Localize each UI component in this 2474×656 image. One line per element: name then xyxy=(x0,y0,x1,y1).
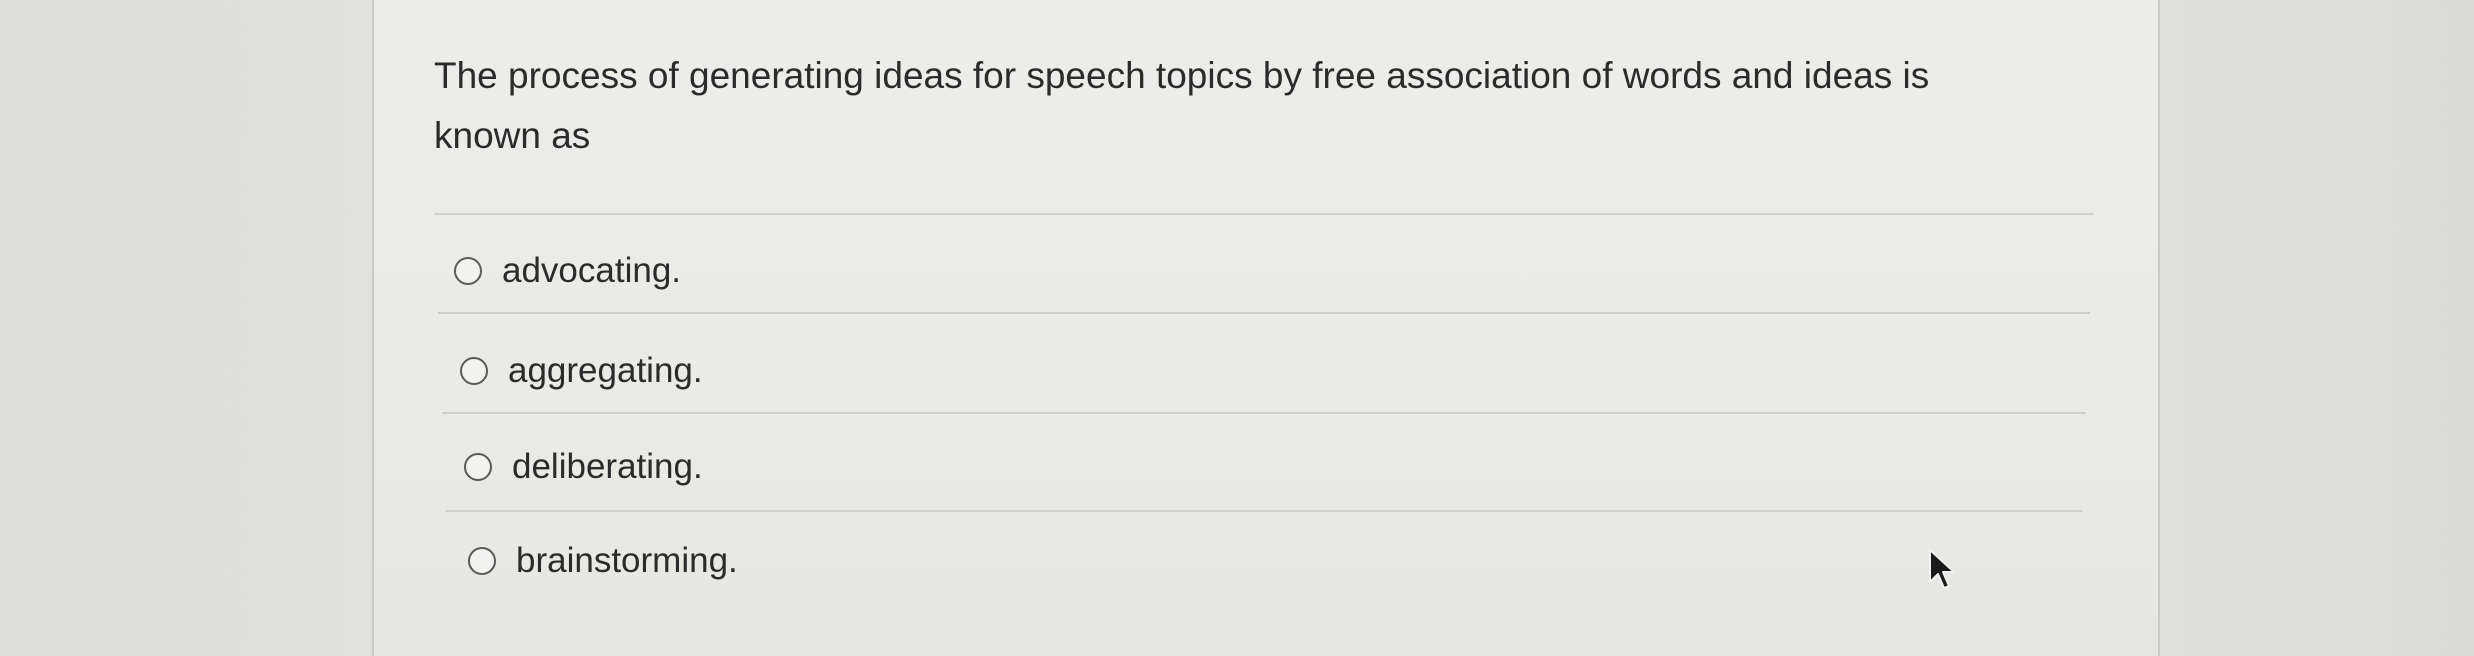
answer-label: advocating. xyxy=(502,251,682,290)
quiz-question-panel: The process of generating ideas for spee… xyxy=(372,0,2160,656)
answer-label: aggregating. xyxy=(508,351,703,390)
answer-option-aggregating[interactable]: aggregating. xyxy=(460,346,703,396)
answer-option-deliberating[interactable]: deliberating. xyxy=(464,442,703,492)
radio-button-icon[interactable] xyxy=(468,547,496,575)
mouse-pointer-icon xyxy=(1929,549,1955,589)
radio-button-icon[interactable] xyxy=(460,357,488,385)
answer-label: deliberating. xyxy=(512,447,703,486)
answer-option-brainstorming[interactable]: brainstorming. xyxy=(468,536,738,586)
question-text: The process of generating ideas for spee… xyxy=(434,55,1930,156)
option-divider xyxy=(442,412,2086,414)
option-divider xyxy=(446,510,2082,512)
radio-button-icon[interactable] xyxy=(454,257,482,285)
answer-option-advocating[interactable]: advocating. xyxy=(454,246,681,296)
option-divider xyxy=(438,312,2090,314)
answer-label: brainstorming. xyxy=(516,541,738,580)
radio-button-icon[interactable] xyxy=(464,453,492,481)
question-divider xyxy=(434,213,2094,215)
